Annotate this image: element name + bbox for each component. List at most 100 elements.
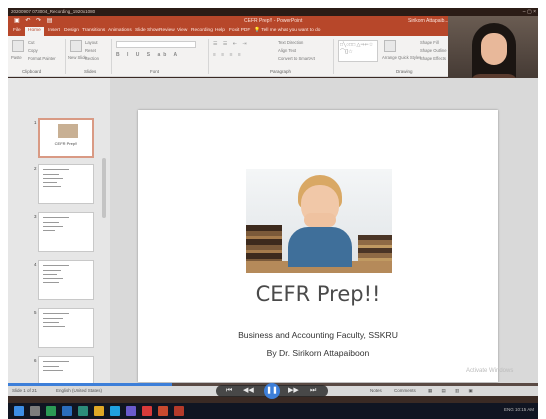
thumbnail-line xyxy=(43,174,59,175)
previous-icon[interactable]: ⏮ xyxy=(226,386,232,396)
convert-smartart-button[interactable]: Convert to SmartArt xyxy=(278,56,315,61)
tell-me-text: Tell me what you want to do xyxy=(261,28,321,33)
presenter-face xyxy=(481,33,507,65)
thumbnail-line xyxy=(43,318,63,319)
windows-start-icon[interactable] xyxy=(14,406,24,416)
thumbnail-slide-2[interactable] xyxy=(38,164,94,204)
layout-button[interactable]: Layout xyxy=(85,40,98,45)
language-indicator[interactable]: English (United States) xyxy=(56,388,102,393)
thumbnail-line xyxy=(43,186,61,187)
video-player-controls: ⏮ ◀◀ ❚❚ ▶▶ ⏭ xyxy=(216,383,328,399)
quick-styles-button[interactable]: Quick Styles xyxy=(398,55,421,60)
thumbnail-line xyxy=(43,230,55,231)
excel-icon[interactable] xyxy=(46,406,56,416)
file-explorer-icon[interactable] xyxy=(94,406,104,416)
font-format-buttons[interactable]: B I U S ab A xyxy=(116,52,204,59)
notes-button[interactable]: Notes xyxy=(370,388,382,393)
lightbulb-icon: 💡 xyxy=(254,28,260,33)
tab-foxit-pdf[interactable]: Foxit PDF xyxy=(229,28,250,33)
recorder-title: 20200907 073004_Recording_1920x1080 xyxy=(11,9,96,14)
thumb-number: 2 xyxy=(34,166,37,171)
tell-me-search[interactable]: 💡 Tell me what you want to do xyxy=(254,28,320,33)
tab-view[interactable]: View xyxy=(177,28,187,33)
edge-icon[interactable] xyxy=(78,406,88,416)
cut-button[interactable]: Cut xyxy=(28,40,35,45)
thumbnail-line xyxy=(43,274,57,275)
slide-subtitle-line-1[interactable]: Business and Accounting Faculty, SSKRU xyxy=(138,330,498,340)
group-paragraph: Paragraph xyxy=(270,69,292,74)
powerpoint-icon[interactable] xyxy=(158,406,168,416)
quick-access-toolbar[interactable]: ▣ ↶ ↷ ▤ xyxy=(14,17,54,24)
tab-recording[interactable]: Recording xyxy=(191,28,213,33)
thumb-number: 1 xyxy=(34,120,37,125)
reset-button[interactable]: Reset xyxy=(85,48,96,53)
tab-help[interactable]: Help xyxy=(215,28,225,33)
thumbnail-slide-6[interactable] xyxy=(38,356,94,383)
comments-button[interactable]: Comments xyxy=(394,388,416,393)
photo-child-hands xyxy=(304,213,336,227)
paste-icon[interactable] xyxy=(12,40,24,52)
tab-insert[interactable]: Insert xyxy=(48,28,60,33)
shape-fill-button[interactable]: Shape Fill xyxy=(420,40,439,45)
slide-title[interactable]: CEFR Prep!! xyxy=(138,282,498,306)
photo-child-body xyxy=(288,227,352,267)
shape-effects-button[interactable]: Shape Effects xyxy=(420,56,446,61)
app-icon[interactable] xyxy=(126,406,136,416)
thumbnail-slide-5[interactable] xyxy=(38,308,94,348)
search-icon[interactable] xyxy=(30,406,40,416)
recording-screen: 20200907 073004_Recording_1920x1080 – ▢ … xyxy=(8,8,538,403)
thumbnail-line xyxy=(43,326,65,327)
ribbon-divider xyxy=(208,39,209,74)
slide-counter: Slide 1 of 21 xyxy=(12,388,38,393)
align-text-button[interactable]: Align Text xyxy=(278,48,296,53)
next-icon[interactable]: ⏭ xyxy=(310,386,316,396)
tab-review[interactable]: Review xyxy=(159,28,175,33)
tab-slide-show[interactable]: Slide Show xyxy=(135,28,159,33)
thumbnail-slide-4[interactable] xyxy=(38,260,94,300)
arrange-icon[interactable] xyxy=(384,40,396,52)
tab-design[interactable]: Design xyxy=(64,28,79,33)
list-buttons[interactable]: ☰ ☰ ⇤ ⇥ xyxy=(213,41,273,48)
app-icon[interactable] xyxy=(110,406,120,416)
arrange-button[interactable]: Arrange xyxy=(382,55,397,60)
system-tray[interactable]: ENG 10:15 AM xyxy=(504,407,534,412)
user-name[interactable]: Sirikorn Attapaib... xyxy=(408,18,449,24)
thumbnail-slide-3[interactable] xyxy=(38,212,94,252)
current-slide[interactable]: CEFR Prep!! Business and Accounting Facu… xyxy=(138,110,498,382)
text-direction-button[interactable]: Text Direction xyxy=(278,40,303,45)
paste-button[interactable]: Paste xyxy=(11,55,22,60)
forward-icon[interactable]: ▶▶ xyxy=(288,386,299,396)
shapes-gallery[interactable]: □╲○□□ △⇒⇐☆ ⌒{}☆ xyxy=(338,40,378,62)
thumbnail-slide-1[interactable]: CEFR Prep!! xyxy=(38,118,94,158)
thumbnail-scrollbar[interactable] xyxy=(102,158,106,218)
thumb-number: 3 xyxy=(34,214,37,219)
shape-outline-button[interactable]: Shape Outline xyxy=(420,48,447,53)
group-font: Font xyxy=(150,69,160,74)
section-button[interactable]: Section xyxy=(85,56,99,61)
tab-transitions[interactable]: Transitions xyxy=(82,28,105,33)
view-buttons[interactable]: ▦ ▤ ▥ ▣ xyxy=(428,388,477,394)
word-icon[interactable] xyxy=(62,406,72,416)
tab-animations[interactable]: Animations xyxy=(108,28,132,33)
new-slide-icon[interactable] xyxy=(70,40,82,52)
thumb-number: 6 xyxy=(34,358,37,363)
align-buttons[interactable]: ≡ ≡ ≡ ≡ xyxy=(213,52,273,59)
format-painter-button[interactable]: Format Painter xyxy=(28,56,56,61)
thumbnail-line xyxy=(43,322,59,323)
window-controls[interactable]: – ▢ × xyxy=(523,8,536,16)
pause-button[interactable]: ❚❚ xyxy=(264,383,280,399)
recorder-icon[interactable] xyxy=(174,406,184,416)
document-title: CEFR Prep!! - PowerPoint xyxy=(244,18,303,24)
thumbnail-line xyxy=(43,313,69,314)
tab-file[interactable]: File xyxy=(13,28,21,33)
slide-subtitle-line-2[interactable]: By Dr. Sirikorn Attapaiboon xyxy=(138,348,498,358)
copy-button[interactable]: Copy xyxy=(28,48,38,53)
thumbnail-line xyxy=(43,366,59,367)
ribbon-divider xyxy=(111,39,112,74)
thumbnail-title: CEFR Prep!! xyxy=(54,141,78,146)
tab-home[interactable]: Home xyxy=(25,27,44,36)
font-name-box[interactable] xyxy=(116,41,196,48)
chrome-icon[interactable] xyxy=(142,406,152,416)
activate-windows-watermark: Activate Windows xyxy=(466,368,514,374)
rewind-icon[interactable]: ◀◀ xyxy=(243,386,254,396)
